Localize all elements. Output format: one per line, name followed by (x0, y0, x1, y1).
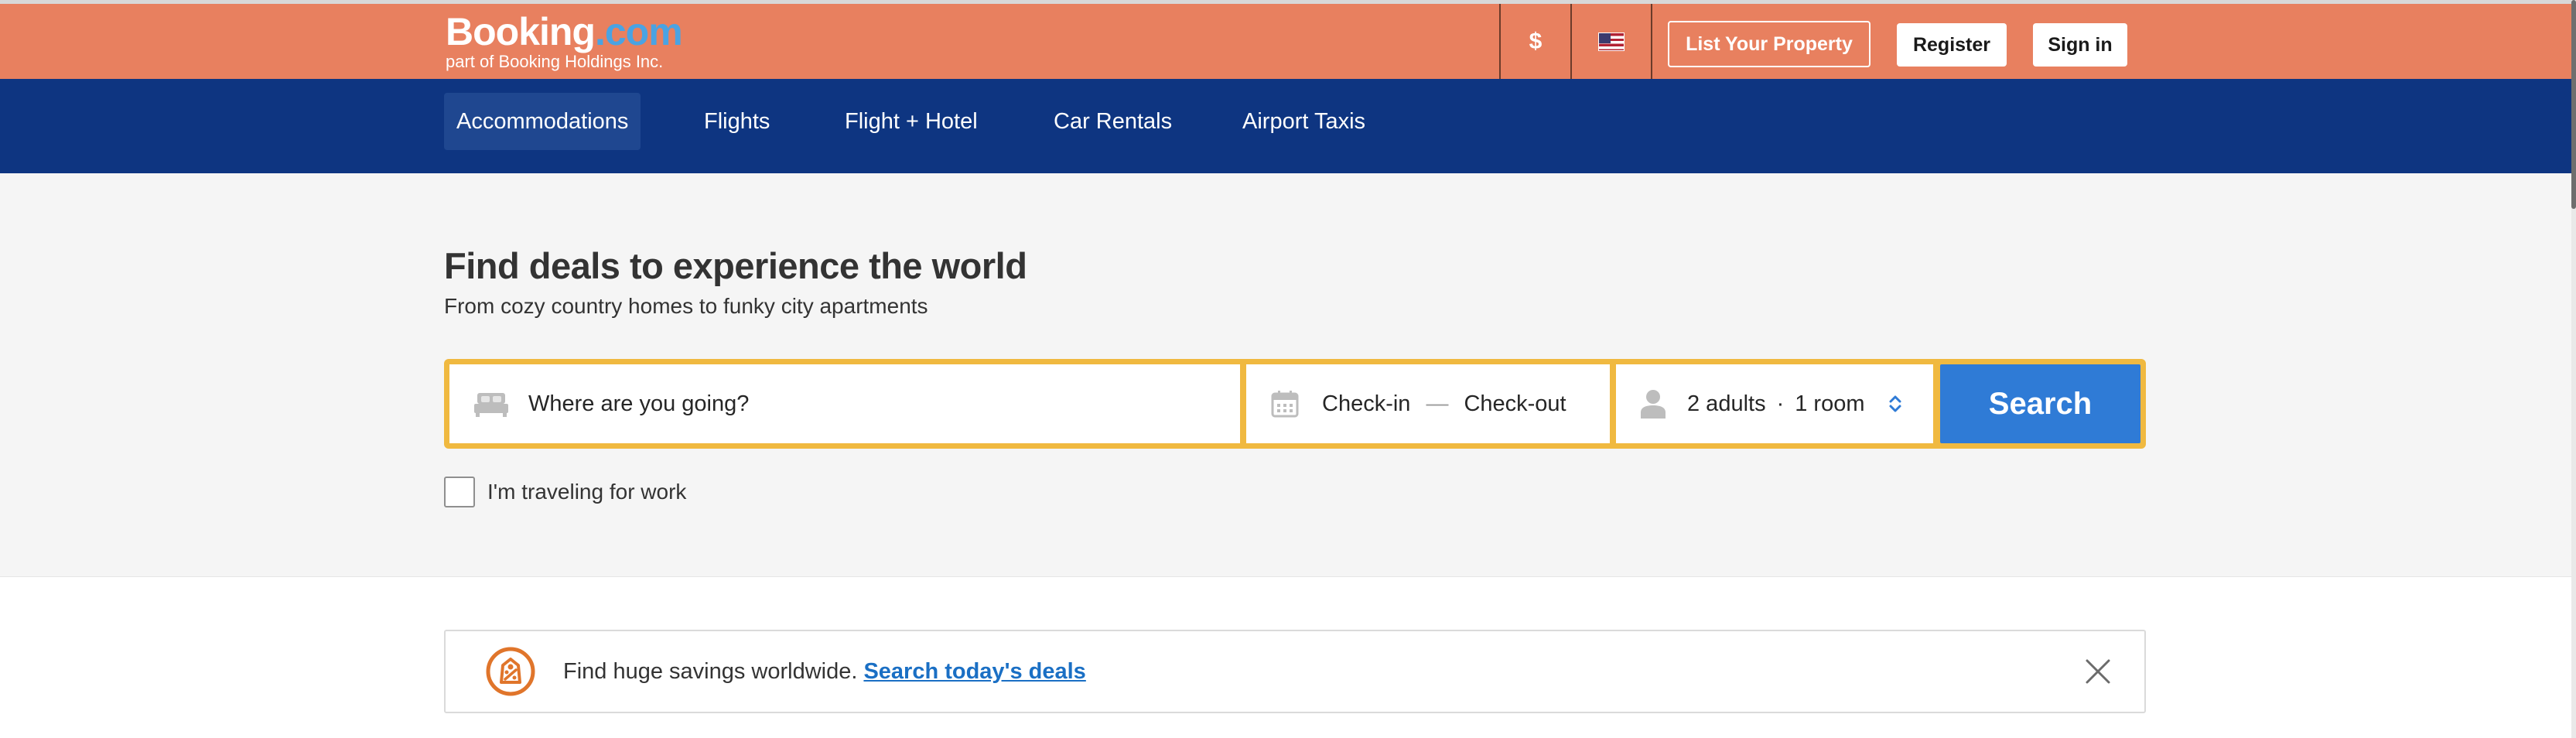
product-nav: Accommodations Flights Flight + Hotel Ca… (0, 79, 2571, 173)
header-divider (1651, 4, 1652, 80)
register-label: Register (1912, 33, 1991, 56)
deals-message: Find huge savings worldwide. Search toda… (563, 631, 1086, 712)
list-property-label: List Your Property (1686, 32, 1853, 55)
booking-logo[interactable]: Booking.com part of Booking Holdings Inc… (446, 10, 683, 72)
logo-subtitle: part of Booking Holdings Inc. (446, 52, 664, 71)
adults-count: 2 adults (1687, 391, 1766, 416)
calendar-icon (1271, 391, 1299, 418)
currency-button[interactable]: $ (1501, 4, 1570, 80)
deals-text: Find huge savings worldwide. (563, 658, 858, 684)
work-travel-checkbox[interactable] (444, 477, 475, 507)
logo-booking-text: Booking (446, 10, 596, 53)
guests-field[interactable]: 2 adults · 1 room (1616, 364, 1933, 443)
nav-tab-airport-taxis[interactable]: Airport Taxis (1242, 93, 1365, 150)
search-button[interactable]: Search (1940, 364, 2140, 443)
page-title: Find deals to experience the world (444, 245, 1027, 286)
destination-placeholder: Where are you going? (528, 391, 750, 416)
deals-banner: Find huge savings worldwide. Search toda… (444, 630, 2146, 713)
chevron-up-down-icon (1889, 395, 1901, 412)
us-flag-icon (1598, 32, 1625, 51)
nav-tab-car-rentals[interactable]: Car Rentals (1054, 93, 1172, 150)
browser-viewport: Booking.com part of Booking Holdings Inc… (0, 0, 2576, 738)
language-button[interactable] (1572, 4, 1651, 80)
nav-tab-label: Car Rentals (1054, 108, 1173, 134)
search-hero: Find deals to experience the world From … (0, 173, 2571, 577)
date-picker-field[interactable]: Check-in — Check-out (1246, 364, 1610, 443)
deals-tag-icon (486, 647, 535, 696)
page-scrollbar[interactable] (2571, 0, 2576, 738)
work-travel-label[interactable]: I'm traveling for work (487, 477, 686, 507)
close-icon[interactable] (2084, 658, 2112, 685)
destination-field[interactable]: Where are you going? (449, 364, 1240, 443)
nav-tab-accommodations[interactable]: Accommodations (444, 93, 641, 150)
search-button-label: Search (1988, 386, 2093, 421)
search-deals-link[interactable]: Search today's deals (863, 659, 1085, 685)
nav-tab-flight-hotel[interactable]: Flight + Hotel (845, 93, 978, 150)
checkin-label: Check-in (1322, 391, 1411, 416)
scrollbar-thumb[interactable] (2571, 0, 2576, 209)
currency-label: $ (1529, 29, 1543, 54)
list-your-property-button[interactable]: List Your Property (1668, 21, 1871, 67)
checkout-label: Check-out (1464, 391, 1566, 416)
logo-com-text: .com (594, 10, 683, 53)
sign-in-button[interactable]: Sign in (2033, 23, 2127, 67)
nav-tab-label: Accommodations (456, 108, 629, 134)
person-icon (1641, 390, 1666, 419)
search-bar: Where are you going? Check-in — Check-ou… (444, 359, 2146, 449)
nav-tab-label: Flight + Hotel (845, 108, 978, 134)
nav-tab-flights[interactable]: Flights (704, 93, 770, 150)
date-separator: — (1426, 391, 1449, 416)
register-button[interactable]: Register (1897, 23, 2007, 67)
nav-tab-label: Airport Taxis (1242, 108, 1366, 134)
nav-tab-label: Flights (704, 108, 770, 134)
rooms-count: 1 room (1795, 391, 1865, 416)
logo-wordmark: Booking.com (446, 10, 683, 53)
page-subtitle: From cozy country homes to funky city ap… (444, 294, 928, 318)
sign-in-label: Sign in (2048, 33, 2113, 56)
bed-icon (474, 393, 508, 417)
top-header: Booking.com part of Booking Holdings Inc… (0, 0, 2571, 80)
guests-separator: · (1776, 391, 1785, 416)
